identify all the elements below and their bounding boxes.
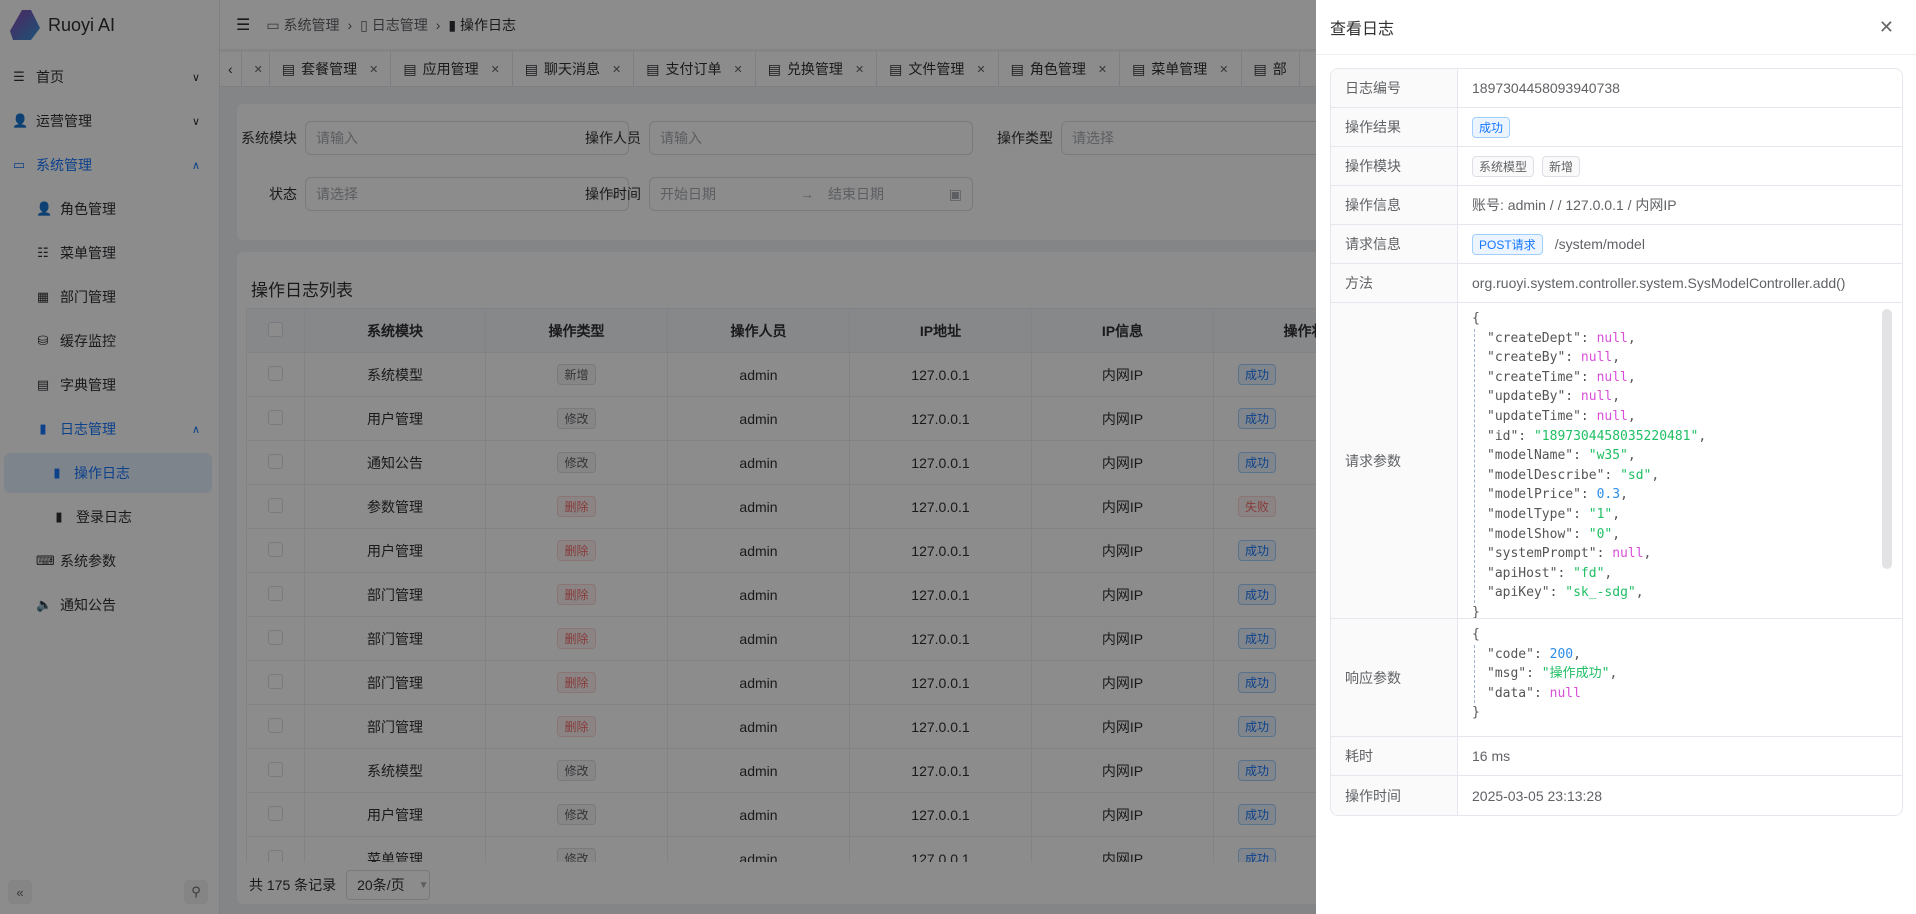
json-line: "createTime": null, [1487, 369, 1636, 385]
json-line: "data": null [1487, 684, 1617, 704]
json-value: null [1549, 685, 1581, 701]
json-line: "updateTime": null, [1487, 408, 1636, 424]
operation-time: 2025-03-05 23:13:28 [1472, 787, 1602, 804]
json-brace: } [1472, 705, 1480, 721]
log-id: 1897304458093940738 [1472, 80, 1620, 96]
json-value: null [1596, 408, 1628, 424]
method-name: org.ruoyi.system.controller.system.SysMo… [1472, 275, 1846, 291]
json-value: "1" [1588, 506, 1613, 522]
json-line: "createDept": null, [1487, 330, 1636, 346]
json-line: "apiKey": "sk_-sdg", [1487, 585, 1644, 601]
json-value: 200 [1549, 646, 1574, 662]
drawer-title: 查看日志 [1330, 21, 1395, 38]
json-key: "createBy": [1487, 350, 1581, 366]
json-line: "msg": "操作成功", [1487, 666, 1618, 682]
json-key: "modelType": [1487, 506, 1589, 522]
json-brace: { [1472, 311, 1480, 326]
json-line: "updateBy": null, [1487, 389, 1621, 405]
json-line: "modelPrice": 0.3, [1487, 487, 1628, 503]
json-value: "1897304458035220481" [1533, 428, 1699, 444]
json-value: null [1596, 369, 1628, 385]
json-value: null [1580, 389, 1613, 405]
json-brace: { [1472, 627, 1480, 642]
json-key: "createDept": [1487, 330, 1597, 346]
json-key: "modelDescribe": [1487, 467, 1621, 483]
result-tag: 成功 [1472, 116, 1511, 138]
json-key: "apiHost": [1487, 565, 1574, 581]
json-line: "systemPrompt": null, [1487, 546, 1652, 562]
json-line: "createBy": null, [1487, 350, 1621, 366]
json-body: "createDept": null, "createBy": null, "cre… [1474, 328, 1707, 603]
json-line: "modelDescribe": "sd", [1487, 467, 1660, 483]
json-value: "0" [1588, 526, 1613, 542]
json-key: "systemPrompt": [1487, 546, 1613, 562]
json-key: "apiKey": [1487, 585, 1566, 601]
json-key: "updateBy": [1487, 389, 1581, 405]
label-params: 请求参数 [1331, 303, 1458, 618]
label-time: 操作时间 [1331, 776, 1458, 815]
close-icon[interactable]: ✕ [1879, 17, 1894, 38]
json-key: "data": [1487, 685, 1550, 701]
json-body: "code": 200, "msg": "操作成功", "data": null [1474, 644, 1618, 704]
log-detail-drawer: 查看日志 ✕ 日志编号 1897304458093940738 操作结果 成功 操作模… [1316, 0, 1916, 914]
json-value: "sd" [1620, 467, 1652, 483]
json-brace: } [1472, 604, 1480, 618]
scrollbar[interactable] [1882, 309, 1892, 569]
json-key: "updateTime": [1487, 408, 1597, 424]
log-details: 日志编号 1897304458093940738 操作结果 成功 操作模块 系统模型新… [1330, 68, 1903, 816]
cost-time: 16 ms [1472, 748, 1511, 764]
json-value: "w35" [1588, 448, 1628, 464]
json-key: "msg": [1487, 666, 1542, 682]
json-line: "modelType": "1", [1487, 506, 1621, 522]
json-key: "id": [1487, 428, 1534, 444]
json-key: "createTime": [1487, 369, 1597, 385]
label-result: 操作结果 [1331, 108, 1458, 146]
json-key: "modelShow": [1487, 526, 1589, 542]
request-params-json[interactable]: {"createDept": null, "createBy": null, "cr… [1472, 303, 1706, 618]
label-response: 响应参数 [1331, 619, 1458, 736]
label-request: 请求信息 [1331, 225, 1458, 263]
request-url: /system/model [1554, 236, 1645, 252]
label-id: 日志编号 [1331, 69, 1458, 107]
json-value: "操作成功" [1541, 666, 1610, 682]
json-line: "modelName": "w35", [1487, 448, 1636, 464]
json-value: 0.3 [1596, 487, 1621, 503]
module-tag: 系统模型 [1472, 155, 1535, 177]
json-value: null [1596, 330, 1628, 346]
json-value: "sk_-sdg" [1565, 585, 1636, 601]
operation-info: 账号: admin / / 127.0.0.1 / 内网IP [1472, 197, 1677, 213]
json-value: "fd" [1573, 565, 1605, 581]
json-key: "modelName": [1487, 448, 1589, 464]
label-info: 操作信息 [1331, 186, 1458, 224]
json-value: null [1612, 546, 1644, 562]
response-json: { "code": 200, "msg": "操作成功", "data": null} [1472, 619, 1617, 729]
json-line: "apiHost": "fd", [1487, 565, 1613, 581]
json-key: "code": [1487, 646, 1550, 662]
label-method: 方法 [1331, 264, 1458, 302]
json-line: "code": 200, [1487, 646, 1581, 662]
label-cost: 耗时 [1331, 737, 1458, 775]
request-method-tag: POST请求 [1472, 233, 1543, 255]
json-value: null [1580, 350, 1613, 366]
json-key: "modelPrice": [1487, 487, 1597, 503]
label-module: 操作模块 [1331, 147, 1458, 185]
type-tag: 新增 [1542, 155, 1581, 177]
json-line: "modelShow": "0", [1487, 526, 1621, 542]
json-line: "id": "1897304458035220481", [1487, 428, 1707, 444]
